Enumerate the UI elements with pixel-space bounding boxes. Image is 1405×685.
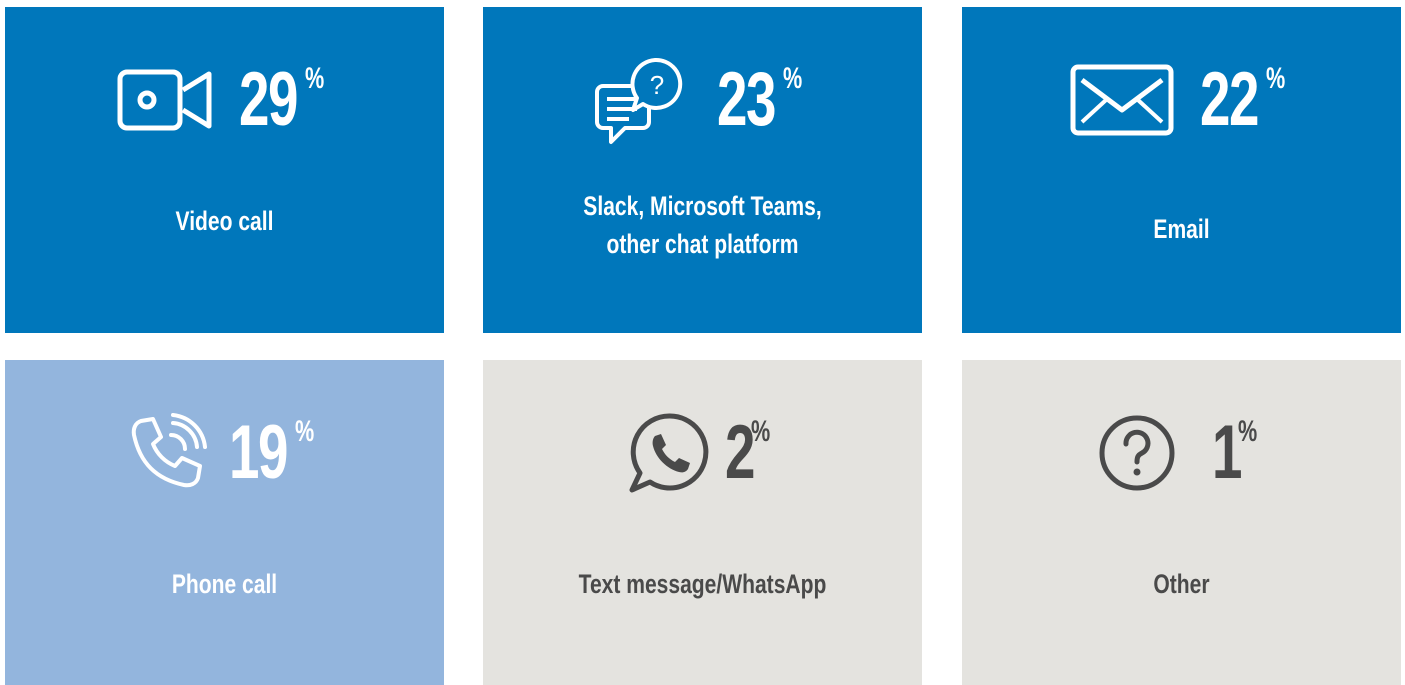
- tile-text-message: 2% Text message/WhatsApp: [483, 360, 922, 685]
- stat-value: 2%: [725, 409, 771, 495]
- tile-label: Slack, Microsoft Teams, other chat platf…: [531, 187, 873, 263]
- tile-label-line-2: other chat platform: [606, 229, 799, 259]
- tile-header: 19%: [5, 405, 444, 500]
- tile-header: ? 23%: [483, 52, 922, 147]
- question-circle-icon: [1098, 414, 1176, 492]
- tile-label: Other: [1153, 569, 1210, 599]
- tile-email: 22% Email: [962, 7, 1401, 333]
- tile-chat-platform: ? 23% Slack, Microsoft Teams, other chat…: [483, 7, 922, 333]
- tile-header: 1%: [962, 405, 1401, 500]
- tile-label: Email: [1153, 214, 1210, 244]
- svg-text:?: ?: [650, 70, 664, 100]
- tile-label: Phone call: [171, 569, 278, 599]
- stat-value: 23%: [716, 56, 803, 142]
- whatsapp-icon: [627, 410, 713, 496]
- tile-other: 1% Other: [962, 360, 1401, 685]
- tile-header: 22%: [962, 52, 1401, 147]
- phone-ringing-icon: [127, 412, 207, 493]
- tile-label: Text message/WhatsApp: [578, 569, 827, 599]
- stat-value: 29%: [238, 56, 325, 142]
- chat-question-icon: ?: [594, 54, 691, 146]
- video-camera-icon: [117, 66, 213, 134]
- tile-video-call: 29% Video call: [5, 7, 444, 333]
- tile-header: 29%: [5, 52, 444, 147]
- tile-header: 2%: [483, 405, 922, 500]
- tile-label-line-1: Slack, Microsoft Teams,: [583, 191, 822, 221]
- channel-stats-grid: 29% Video call ? 23% Slack, Microsoft Te…: [0, 0, 1405, 685]
- stat-value: 1%: [1212, 409, 1258, 495]
- stat-value: 22%: [1199, 56, 1286, 142]
- envelope-icon: [1070, 64, 1174, 136]
- tile-phone-call: 19% Phone call: [5, 360, 444, 685]
- stat-value: 19%: [228, 409, 315, 495]
- tile-label: Video call: [175, 206, 274, 236]
